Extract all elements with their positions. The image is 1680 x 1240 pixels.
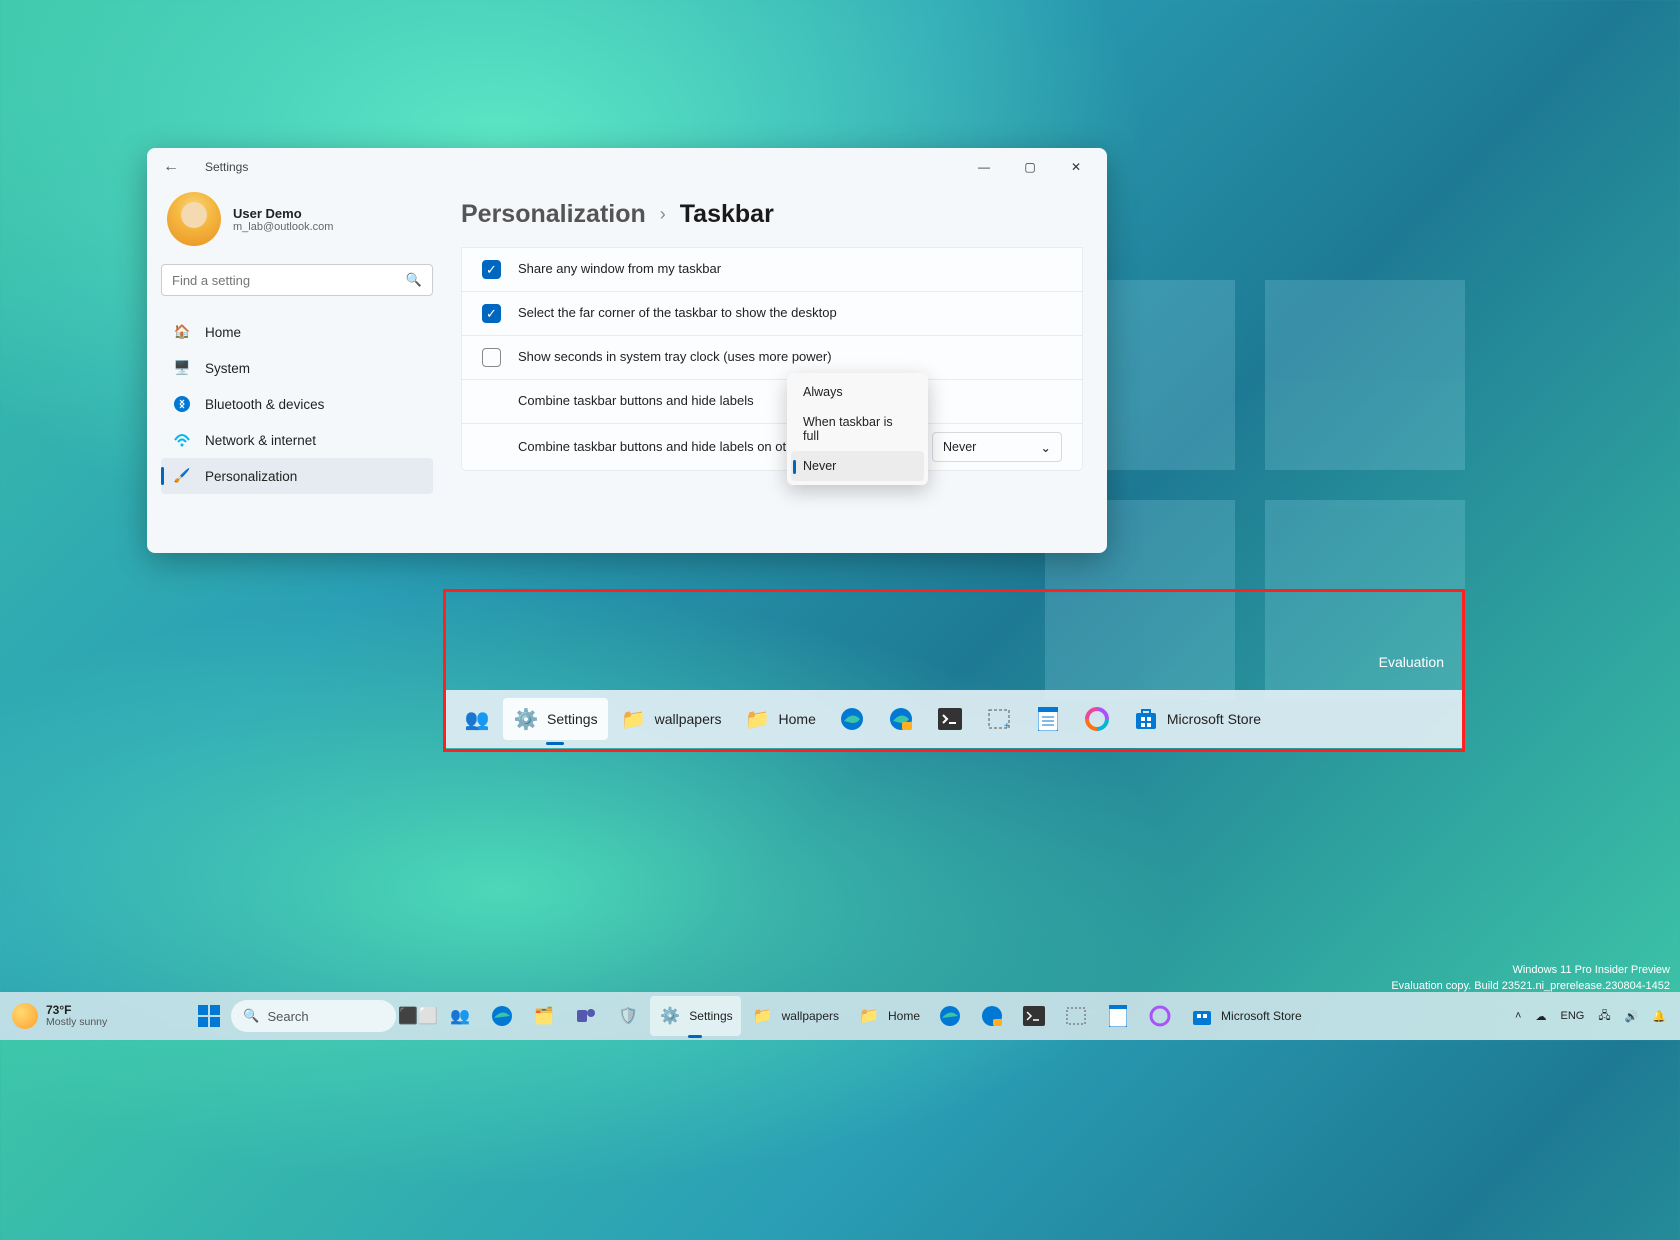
bluetooth-icon — [173, 395, 191, 413]
setting-show-seconds[interactable]: Show seconds in system tray clock (uses … — [461, 335, 1083, 379]
settings-icon: ⚙️ — [658, 1004, 682, 1028]
taskbar-item-explorer[interactable]: 🗂️ — [524, 996, 564, 1036]
window-title: Settings — [205, 160, 248, 174]
taskbar-item-feedback[interactable]: 👥 — [440, 996, 480, 1036]
terminal-icon — [1022, 1004, 1046, 1028]
watermark: Windows 11 Pro Insider Preview Evaluatio… — [1391, 963, 1670, 994]
taskbar-item-wallpapers[interactable]: 📁wallpapers — [743, 996, 847, 1036]
network-icon: 🖧 — [1598, 1007, 1610, 1026]
user-name: User Demo — [233, 206, 333, 221]
chevron-right-icon: › — [660, 204, 666, 225]
windows-icon — [197, 1004, 221, 1028]
content-pane: Personalization › Taskbar ✓Share any win… — [447, 186, 1107, 553]
setting-combine-buttons: Combine taskbar buttons and hide labels — [461, 379, 1083, 423]
setting-share-window[interactable]: ✓Share any window from my taskbar — [461, 247, 1083, 291]
office-icon — [1148, 1004, 1172, 1028]
user-account[interactable]: User Demo m_lab@outlook.com — [161, 186, 433, 264]
breadcrumb-current: Taskbar — [680, 200, 774, 229]
setting-far-corner[interactable]: ✓Select the far corner of the taskbar to… — [461, 291, 1083, 335]
taskbar-item-defender[interactable]: 🛡️ — [608, 996, 648, 1036]
edge-icon — [938, 1004, 962, 1028]
search-icon: 🔍 — [243, 1008, 259, 1024]
maximize-button[interactable]: ▢ — [1007, 151, 1053, 183]
close-button[interactable]: ✕ — [1053, 151, 1099, 183]
shield-icon: 🛡️ — [616, 1004, 640, 1028]
taskbar-item-edge-pre[interactable] — [482, 996, 522, 1036]
sidebar-item-personalization[interactable]: 🖌️Personalization — [161, 458, 433, 494]
teams-icon — [574, 1004, 598, 1028]
folder-icon: 📁 — [751, 1004, 775, 1028]
sidebar-item-network[interactable]: Network & internet — [161, 422, 433, 458]
system-tray: ˄ ☁ ENG 🖧 🔊 🔔 — [1501, 996, 1680, 1036]
start-button[interactable] — [189, 996, 229, 1036]
search-icon: 🔍 — [406, 272, 422, 288]
taskbar-item-snip[interactable] — [1056, 996, 1096, 1036]
weather-widget[interactable]: 73°F Mostly sunny — [0, 1003, 119, 1029]
edge-icon — [490, 1004, 514, 1028]
search-input[interactable]: 🔍 — [161, 264, 433, 296]
volume-icon: 🔊 — [1625, 1010, 1639, 1023]
tray-onedrive[interactable]: ☁ — [1529, 996, 1552, 1036]
folder-icon: 📁 — [857, 1004, 881, 1028]
store-icon — [1190, 1004, 1214, 1028]
task-view-button[interactable]: ⬛⬜ — [398, 996, 438, 1036]
system-icon: 🖥️ — [173, 359, 191, 377]
dropdown-combine-other[interactable]: Never⌄ — [932, 432, 1062, 462]
personalization-icon: 🖌️ — [173, 467, 191, 485]
main-taskbar: 73°F Mostly sunny 🔍Search ⬛⬜ 👥 🗂️ 🛡️ ⚙️S… — [0, 992, 1680, 1040]
chevron-down-icon: ⌄ — [1041, 440, 1051, 455]
breadcrumb-parent[interactable]: Personalization — [461, 200, 646, 229]
breadcrumb: Personalization › Taskbar — [461, 186, 1083, 247]
taskbar-item-home[interactable]: 📁Home — [849, 996, 928, 1036]
dropdown-option-never[interactable]: Never — [791, 451, 924, 481]
setting-combine-buttons-other: Combine taskbar buttons and hide labels … — [461, 423, 1083, 471]
back-button[interactable]: ← — [155, 151, 187, 183]
sidebar-item-bluetooth[interactable]: Bluetooth & devices — [161, 386, 433, 422]
tray-chevron[interactable]: ˄ — [1509, 996, 1527, 1036]
sidebar-item-system[interactable]: 🖥️System — [161, 350, 433, 386]
taskbar-item-notepad[interactable] — [1098, 996, 1138, 1036]
network-icon — [173, 431, 191, 449]
tray-language[interactable]: ENG — [1554, 996, 1590, 1036]
sidebar-item-home[interactable]: 🏠Home — [161, 314, 433, 350]
taskbar-item-teams[interactable] — [566, 996, 606, 1036]
titlebar: ← Settings — ▢ ✕ — [147, 148, 1107, 186]
avatar-icon — [167, 192, 221, 246]
bell-icon: 🔔 — [1652, 1010, 1666, 1023]
checkbox-icon[interactable] — [482, 348, 501, 367]
home-icon: 🏠 — [173, 323, 191, 341]
checkbox-icon[interactable]: ✓ — [482, 304, 501, 323]
settings-window: ← Settings — ▢ ✕ User Demo m_lab@outlook… — [147, 148, 1107, 553]
minimize-button[interactable]: — — [961, 151, 1007, 183]
dropdown-menu: Always When taskbar is full Never — [787, 373, 928, 485]
edge-canary-icon — [980, 1004, 1004, 1028]
taskbar-item-store[interactable]: Microsoft Store — [1182, 996, 1310, 1036]
dropdown-option-always[interactable]: Always — [791, 377, 924, 407]
taskbar-item-edge[interactable] — [930, 996, 970, 1036]
tray-notifications[interactable]: 🔔 — [1646, 996, 1672, 1036]
taskbar-item-settings[interactable]: ⚙️Settings — [650, 996, 740, 1036]
taskbar-item-office[interactable] — [1140, 996, 1180, 1036]
checkbox-icon[interactable]: ✓ — [482, 260, 501, 279]
onedrive-icon: ☁ — [1535, 1010, 1546, 1023]
explorer-icon: 🗂️ — [532, 1004, 556, 1028]
weather-icon — [12, 1003, 38, 1029]
dropdown-option-when-full[interactable]: When taskbar is full — [791, 407, 924, 451]
notepad-icon — [1106, 1004, 1130, 1028]
feedback-icon: 👥 — [448, 1004, 472, 1028]
annotation-highlight — [443, 589, 1465, 752]
tray-volume[interactable]: 🔊 — [1619, 996, 1645, 1036]
snip-icon — [1064, 1004, 1088, 1028]
sidebar: User Demo m_lab@outlook.com 🔍 🏠Home 🖥️Sy… — [147, 186, 447, 553]
tray-network[interactable]: 🖧 — [1592, 996, 1616, 1036]
task-view-icon: ⬛⬜ — [406, 1004, 430, 1028]
taskbar-search[interactable]: 🔍Search — [231, 1000, 396, 1032]
taskbar-item-edge-canary[interactable] — [972, 996, 1012, 1036]
taskbar-item-terminal[interactable] — [1014, 996, 1054, 1036]
chevron-up-icon: ˄ — [1515, 1010, 1521, 1022]
user-email: m_lab@outlook.com — [233, 221, 333, 233]
